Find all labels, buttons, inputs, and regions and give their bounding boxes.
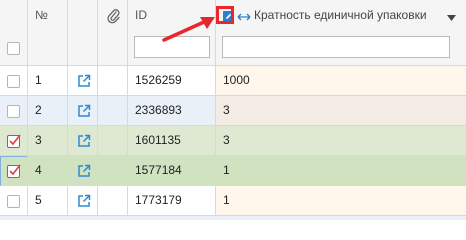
row-attachment-cell <box>98 156 128 186</box>
row-number-cell: 1 <box>28 66 68 96</box>
row-id: 1773179 <box>135 193 182 207</box>
external-link-icon[interactable] <box>77 134 91 148</box>
checkmark-icon <box>9 134 21 146</box>
external-link-icon[interactable] <box>77 104 91 118</box>
row-checkbox[interactable] <box>7 75 20 88</box>
row-link-cell <box>68 66 98 96</box>
row-attachment-cell <box>98 66 128 96</box>
row-pack-cell: 1000 <box>216 66 466 96</box>
row-link-cell <box>68 186 98 216</box>
row-link-cell <box>68 126 98 156</box>
annotation-arrow-icon <box>162 17 215 42</box>
row-attachment-cell <box>98 186 128 216</box>
row-number-cell: 2 <box>28 96 68 126</box>
checkmark-icon <box>9 164 21 176</box>
row-link-cell <box>68 156 98 186</box>
row-select-cell <box>0 126 28 156</box>
pack-multiplicity-filter-input[interactable] <box>222 36 450 58</box>
row-checkbox[interactable] <box>7 105 20 118</box>
pack-multiplicity-header: Кратность единичной упаковки <box>216 0 466 66</box>
row-id-cell: 1526259 <box>128 66 216 96</box>
number-header-label: № <box>35 8 48 22</box>
row-number: 2 <box>35 103 42 117</box>
attachment-header <box>98 0 128 66</box>
row-id-cell: 1773179 <box>128 186 216 216</box>
row-pack-cell: 3 <box>216 96 466 126</box>
row-pack-cell: 1 <box>216 186 466 216</box>
data-grid: № ID Кратность единичной упаковки 1 1526… <box>0 0 466 220</box>
row-checkbox-checked[interactable] <box>7 164 21 178</box>
row-select-cell <box>0 156 28 186</box>
row-attachment-cell <box>98 96 128 126</box>
row-pack-value: 1 <box>223 163 230 177</box>
row-number: 4 <box>35 163 42 177</box>
row-number-cell: 5 <box>28 186 68 216</box>
row-number-cell: 4 <box>28 156 68 186</box>
row-id-cell: 1601135 <box>128 126 216 156</box>
row-select-cell <box>0 66 28 96</box>
id-header-label: ID <box>135 8 147 22</box>
row-select-cell <box>0 186 28 216</box>
partial-row <box>0 216 466 220</box>
row-pack-cell: 1 <box>216 156 466 186</box>
row-link-cell <box>68 96 98 126</box>
dropdown-triangle-icon[interactable] <box>447 15 456 21</box>
row-number: 3 <box>35 133 42 147</box>
row-id: 1601135 <box>135 133 181 147</box>
row-id-cell: 1577184 <box>128 156 216 186</box>
horizontal-resize-arrow-icon[interactable] <box>237 12 251 22</box>
row-select-cell <box>0 96 28 126</box>
select-all-checkbox[interactable] <box>7 42 20 55</box>
external-link-icon[interactable] <box>77 74 91 88</box>
row-pack-value: 1000 <box>223 73 250 87</box>
row-attachment-cell <box>98 126 128 156</box>
paperclip-icon[interactable] <box>107 8 121 24</box>
row-pack-cell: 3 <box>216 126 466 156</box>
row-number: 1 <box>35 73 42 87</box>
row-id: 2336893 <box>135 103 182 117</box>
row-id: 1577184 <box>135 163 182 177</box>
external-link-icon[interactable] <box>77 194 91 208</box>
link-header <box>68 0 98 66</box>
row-pack-value: 1 <box>223 193 230 207</box>
pack-multiplicity-label: Кратность единичной упаковки <box>254 8 427 22</box>
number-header: № <box>28 0 68 66</box>
row-id: 1526259 <box>135 73 182 87</box>
row-number-cell: 3 <box>28 126 68 156</box>
row-id-cell: 2336893 <box>128 96 216 126</box>
row-pack-value: 3 <box>223 103 230 117</box>
row-number: 5 <box>35 193 42 207</box>
select-all-header <box>0 0 28 66</box>
external-link-icon[interactable] <box>77 164 91 178</box>
row-checkbox[interactable] <box>7 195 20 208</box>
row-pack-value: 3 <box>223 133 230 147</box>
row-checkbox-checked[interactable] <box>7 134 21 148</box>
